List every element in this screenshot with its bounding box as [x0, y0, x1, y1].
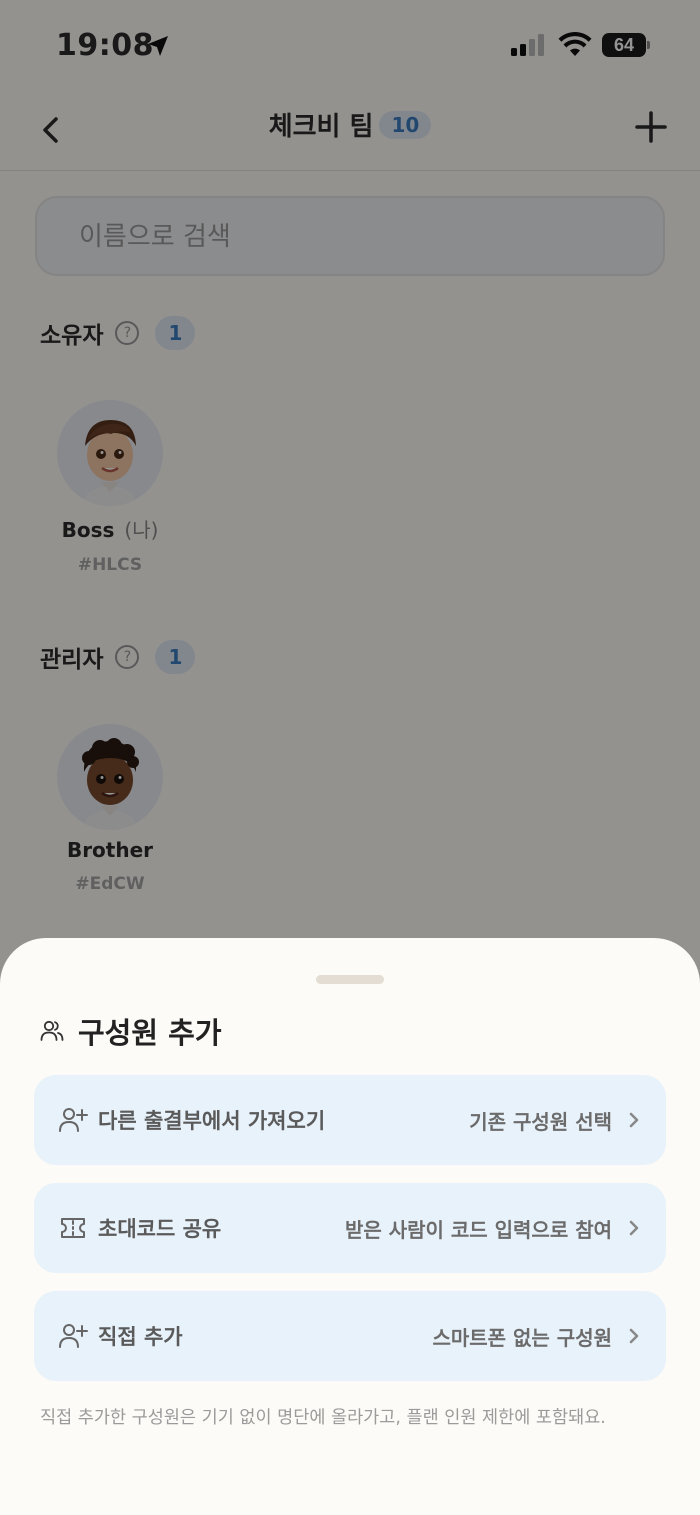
option-label: 초대코드 공유	[98, 1217, 222, 1241]
chevron-right-icon	[629, 1220, 639, 1236]
user-plus-icon	[59, 1324, 88, 1348]
share-invite-code-option[interactable]: 초대코드 공유 받은 사람이 코드 입력으로 참여	[34, 1183, 666, 1273]
option-detail: 스마트폰 없는 구성원	[432, 1325, 612, 1350]
sheet-footnote: 직접 추가한 구성원은 기기 없이 명단에 올라가고, 플랜 인원 제한에 포함…	[40, 1408, 606, 1428]
sheet-drag-handle[interactable]	[316, 975, 384, 984]
add-member-sheet: 구성원 추가 다른 출결부에서 가져오기 기존 구성원 선택 초대코드 공유 받…	[0, 938, 700, 1515]
option-label: 다른 출결부에서 가져오기	[98, 1109, 326, 1133]
option-detail: 기존 구성원 선택	[469, 1109, 612, 1134]
sheet-title: 구성원 추가	[78, 1016, 222, 1050]
add-directly-option[interactable]: 직접 추가 스마트폰 없는 구성원	[34, 1291, 666, 1381]
chevron-right-icon	[629, 1112, 639, 1128]
option-detail: 받은 사람이 코드 입력으로 참여	[344, 1217, 612, 1242]
users-icon	[40, 1020, 64, 1041]
import-from-other-attendance-option[interactable]: 다른 출결부에서 가져오기 기존 구성원 선택	[34, 1075, 666, 1165]
sheet-header: 구성원 추가	[40, 1010, 222, 1052]
chevron-right-icon	[629, 1328, 639, 1344]
ticket-icon	[61, 1218, 85, 1238]
option-label: 직접 추가	[98, 1325, 183, 1349]
user-plus-icon	[59, 1108, 88, 1132]
